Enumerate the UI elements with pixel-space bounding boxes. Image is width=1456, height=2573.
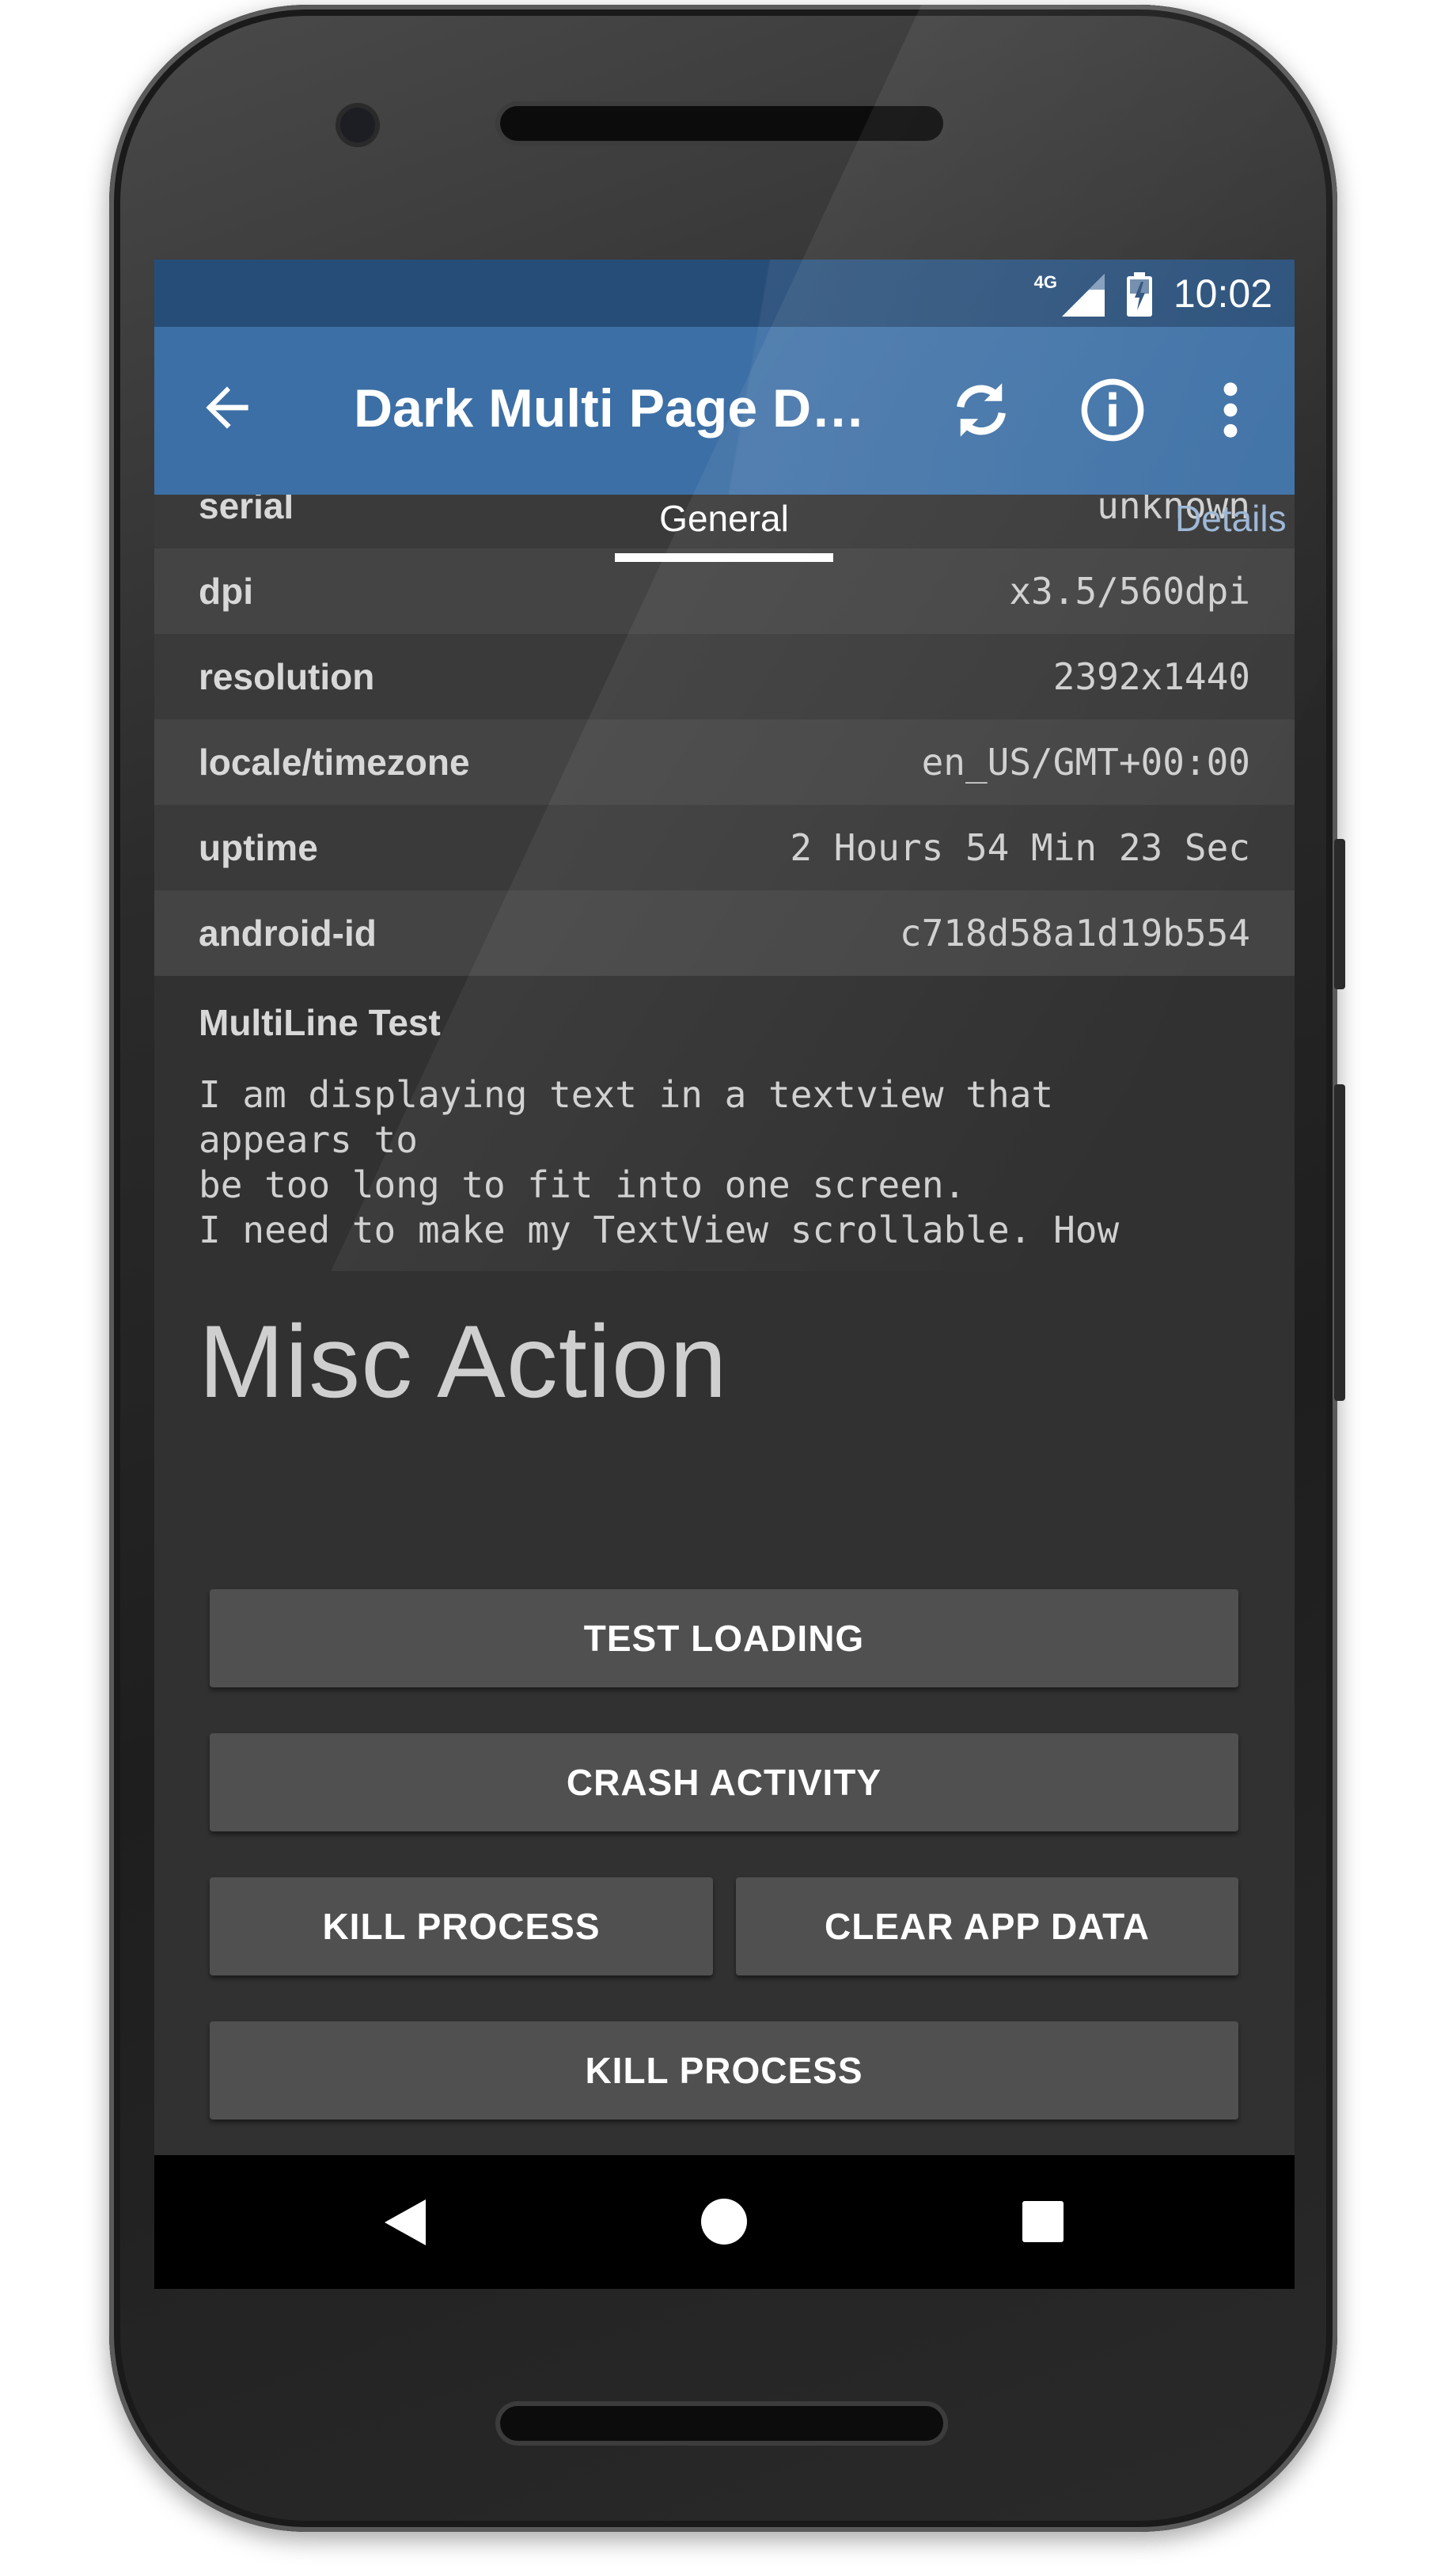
row-key: dpi	[199, 571, 253, 612]
network-type-label: 4G	[1033, 272, 1057, 292]
test-loading-button[interactable]: TEST LOADING	[210, 1589, 1238, 1687]
front-camera	[340, 108, 375, 142]
more-vert-icon[interactable]	[1215, 374, 1246, 446]
row-value: c718d58a1d19b554	[899, 912, 1250, 954]
refresh-icon[interactable]	[946, 374, 1017, 446]
nav-recents-icon[interactable]	[1022, 2201, 1064, 2242]
row-value: en_US/GMT+00:00	[921, 741, 1250, 784]
misc-action-heading: Misc Action	[199, 1304, 728, 1419]
battery-icon	[1127, 272, 1152, 317]
tab-general[interactable]: General	[615, 495, 833, 552]
info-icon[interactable]	[1077, 374, 1148, 446]
tab-indicator	[615, 553, 833, 562]
power-button	[1334, 839, 1345, 989]
bottom-speaker	[500, 2406, 943, 2441]
kill-process-button[interactable]: KILL PROCESS	[210, 1877, 713, 1975]
app-bar: Dark Multi Page De… General Details	[154, 327, 1295, 562]
nav-home-icon[interactable]	[700, 2198, 748, 2245]
row-key: android-id	[199, 913, 377, 954]
row-value: 2 Hours 54 Min 23 Sec	[790, 826, 1250, 869]
app-title: Dark Multi Page De…	[354, 378, 876, 438]
multiline-text: I am displaying text in a textview that …	[199, 1073, 1120, 1251]
multiline-title: MultiLine Test	[199, 1002, 441, 1043]
clock: 10:02	[1173, 271, 1272, 316]
row-value: 2392x1440	[1052, 655, 1250, 698]
arrow-back-icon[interactable]	[195, 376, 259, 439]
cell-signal-icon	[1062, 274, 1105, 317]
volume-rocker	[1334, 1084, 1345, 1401]
row-value: x3.5/560dpi	[1009, 570, 1250, 613]
row-key: resolution	[199, 656, 375, 697]
navigation-bar	[154, 2155, 1295, 2289]
content-scroll[interactable]: serial unknown dpi x3.5/560dpi resolutio…	[154, 463, 1295, 2289]
earpiece-speaker	[500, 106, 943, 141]
info-row-android-id: android-id c718d58a1d19b554	[154, 890, 1295, 976]
tab-details[interactable]: Details	[1175, 495, 1295, 552]
info-row-locale: locale/timezone en_US/GMT+00:00	[154, 719, 1295, 805]
info-row-uptime: uptime 2 Hours 54 Min 23 Sec	[154, 805, 1295, 890]
nav-back-icon[interactable]	[381, 2196, 429, 2249]
info-row-resolution: resolution 2392x1440	[154, 634, 1295, 719]
clear-app-data-button[interactable]: CLEAR APP DATA	[736, 1877, 1238, 1975]
kill-process-button-2[interactable]: KILL PROCESS	[210, 2021, 1238, 2119]
status-bar: 4G 10:02	[154, 260, 1295, 327]
crash-activity-button[interactable]: CRASH ACTIVITY	[210, 1733, 1238, 1831]
row-key: locale/timezone	[199, 742, 470, 783]
device-screen: serial unknown dpi x3.5/560dpi resolutio…	[154, 260, 1295, 2289]
row-key: uptime	[199, 827, 318, 868]
